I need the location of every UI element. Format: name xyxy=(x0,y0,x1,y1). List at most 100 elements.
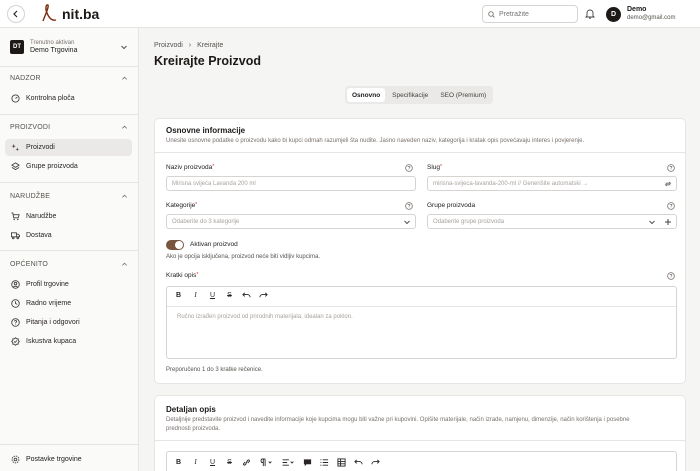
breadcrumb-item[interactable]: Proizvodi xyxy=(154,42,183,49)
chevron-up-icon xyxy=(122,194,127,198)
help-icon[interactable] xyxy=(667,164,675,172)
sidebar-item-pitanja-i-odgovori[interactable]: Pitanja i odgovori xyxy=(5,314,132,331)
underline-icon[interactable]: U xyxy=(208,458,217,467)
section-opcenito[interactable]: OPĆENITO xyxy=(10,261,128,268)
sidebar-divider xyxy=(0,250,139,251)
comment-icon[interactable] xyxy=(303,458,312,467)
short-desc-editor[interactable]: B I U S Ručno izrađen proizvod od prirod… xyxy=(166,286,677,359)
back-button[interactable] xyxy=(7,5,25,23)
align-icon[interactable] xyxy=(281,458,295,467)
redo-icon[interactable] xyxy=(259,291,268,300)
badge-icon xyxy=(11,337,20,346)
sidebar-item-proizvodi[interactable]: Proizvodi xyxy=(5,139,132,156)
undo-icon[interactable] xyxy=(354,458,363,467)
help-icon[interactable] xyxy=(667,272,675,280)
chevron-down-icon xyxy=(649,220,655,225)
section-narudzbe[interactable]: NARUDŽBE xyxy=(10,193,128,200)
bold-icon[interactable]: B xyxy=(174,291,183,300)
help-icon[interactable] xyxy=(405,202,413,210)
paragraph-icon[interactable] xyxy=(259,457,273,467)
short-desc-placeholder: Ručno izrađen proizvod od prirodnih mate… xyxy=(177,314,353,320)
store-selector[interactable]: DT Trenutno aktivan Demo Trgovina xyxy=(6,34,132,60)
underline-icon[interactable]: U xyxy=(208,291,217,300)
toggle-knob xyxy=(175,241,183,249)
sidebar-divider xyxy=(0,114,139,115)
sidebar-item-label: Grupe proizvoda xyxy=(26,163,78,170)
sidebar-divider xyxy=(0,182,139,183)
list-icon[interactable] xyxy=(320,458,329,467)
product-name-input[interactable]: Mirisna svijeća Lavanda 200 ml xyxy=(166,176,416,191)
breadcrumb-item: Kreirajte xyxy=(197,42,224,49)
tab-osnovno[interactable]: Osnovno xyxy=(347,88,386,102)
italic-icon[interactable]: I xyxy=(191,291,200,300)
group-label: Grupe proizvoda xyxy=(427,202,476,209)
tab-seo[interactable]: SEO (Premium) xyxy=(435,88,491,102)
sidebar-item-label: Proizvodi xyxy=(26,144,55,151)
short-desc-hint: Preporučeno 1 do 3 kratke rečenice. xyxy=(166,367,263,373)
user-menu[interactable]: D Demo demo@gmail.com xyxy=(606,5,675,23)
help-icon[interactable] xyxy=(405,164,413,172)
sidebar: DT Trenutno aktivan Demo Trgovina NADZOR… xyxy=(0,28,139,471)
section-nadzor[interactable]: NADZOR xyxy=(10,75,128,82)
chevron-down-icon xyxy=(121,45,127,50)
sidebar-item-kontrolna-ploca[interactable]: Kontrolna ploča xyxy=(5,90,132,107)
sidebar-divider xyxy=(0,66,139,67)
gauge-icon xyxy=(11,94,20,103)
chevron-down-icon xyxy=(404,220,410,225)
editor-toolbar: B I U S xyxy=(167,454,380,470)
user-email: demo@gmail.com xyxy=(627,15,676,21)
sidebar-item-label: Radno vrijeme xyxy=(26,300,72,307)
top-bar: nit.ba D Demo demo@gmail.com xyxy=(0,0,700,28)
sidebar-item-narudzbe[interactable]: Narudžbe xyxy=(5,208,132,225)
detail-desc-editor[interactable]: B I U S xyxy=(166,451,677,471)
link-icon[interactable] xyxy=(242,458,251,467)
card-description-line: prednosti proizvoda. xyxy=(166,426,221,432)
active-hint: Ako je opcija isključena, proizvod neće … xyxy=(166,254,321,260)
help-icon[interactable] xyxy=(667,202,675,210)
chevron-left-icon xyxy=(13,10,18,18)
strikethrough-icon[interactable]: S xyxy=(225,458,234,467)
plus-icon[interactable] xyxy=(664,218,672,226)
chevron-up-icon xyxy=(122,262,127,266)
detail-desc-card: Detaljan opis Detaljnije predstavite pro… xyxy=(154,395,686,471)
bold-icon[interactable]: B xyxy=(174,458,183,467)
redo-icon[interactable] xyxy=(371,458,380,467)
sparkle-icon xyxy=(11,143,20,152)
sidebar-item-profil-trgovine[interactable]: Profil trgovine xyxy=(5,276,132,293)
active-toggle[interactable] xyxy=(166,240,184,250)
sidebar-item-label: Kontrolna ploča xyxy=(26,95,75,102)
tab-specifikacije[interactable]: Specifikacije xyxy=(387,88,433,102)
table-icon[interactable] xyxy=(337,457,346,467)
breadcrumb: Proizvodi › Kreirajte xyxy=(154,42,223,49)
sidebar-item-grupe-proizvoda[interactable]: Grupe proizvoda xyxy=(5,158,132,175)
sidebar-item-dostava[interactable]: Dostava xyxy=(5,227,132,244)
bell-icon[interactable] xyxy=(584,8,596,20)
refresh-icon[interactable] xyxy=(664,180,672,188)
card-title: Detaljan opis xyxy=(166,405,216,414)
logo[interactable]: nit.ba xyxy=(40,3,99,25)
undo-icon[interactable] xyxy=(242,291,251,300)
card-title: Osnovne informacije xyxy=(166,126,246,135)
sidebar-item-postavke-trgovine[interactable]: Postavke trgovine xyxy=(5,451,132,468)
section-title: OPĆENITO xyxy=(10,261,49,268)
italic-icon[interactable]: I xyxy=(191,458,200,467)
search-input[interactable] xyxy=(499,10,569,18)
gear-icon xyxy=(11,455,20,464)
chevron-up-icon xyxy=(122,76,127,80)
store-name: Demo Trgovina xyxy=(30,47,78,54)
category-select[interactable]: Odaberite do 3 kategorije xyxy=(166,214,416,229)
slug-label: Slug* xyxy=(427,164,442,171)
breadcrumb-separator: › xyxy=(188,42,192,49)
layers-icon xyxy=(11,162,20,171)
section-proizvodi[interactable]: PROIZVODI xyxy=(10,124,128,131)
sidebar-item-radno-vrijeme[interactable]: Radno vrijeme xyxy=(5,295,132,312)
group-select[interactable]: Odaberite grupe proizvoda xyxy=(427,214,677,229)
tab-bar: Osnovno Specifikacije SEO (Premium) xyxy=(345,86,494,104)
editor-divider xyxy=(167,306,676,307)
sidebar-item-iskustva-kupaca[interactable]: Iskustva kupaca xyxy=(5,333,132,350)
search-box[interactable] xyxy=(482,5,578,23)
strikethrough-icon[interactable]: S xyxy=(225,291,234,300)
logo-mark-icon xyxy=(42,4,57,22)
slug-input[interactable]: mirisna-svijeca-lavanda-200-ml // Generi… xyxy=(427,176,677,191)
section-title: NADZOR xyxy=(10,75,41,82)
